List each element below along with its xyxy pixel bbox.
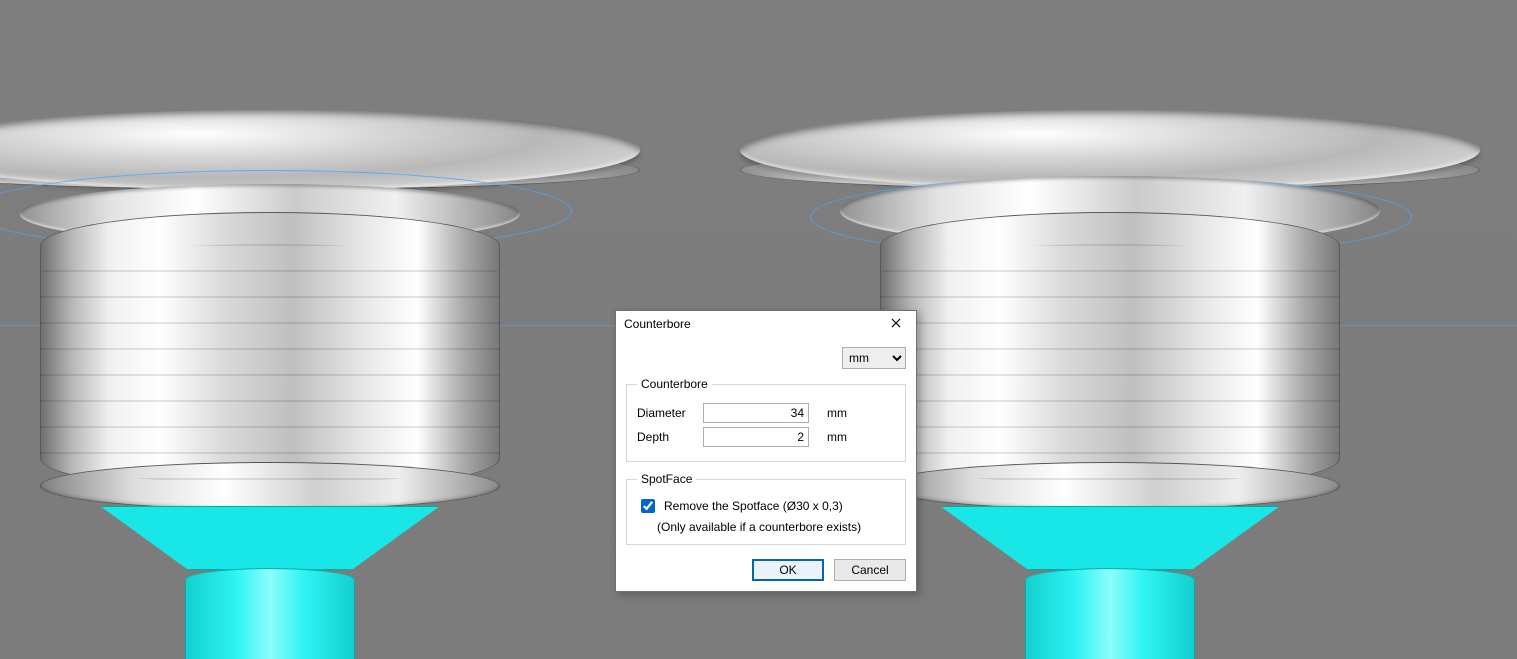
depth-input[interactable]	[703, 427, 809, 447]
spotface-legend: SpotFace	[637, 472, 696, 486]
spotface-hint: (Only available if a counterbore exists)	[657, 520, 895, 534]
cad-viewport[interactable]: Counterbore mm Counterbore Diameter mm	[0, 0, 1517, 659]
cancel-button[interactable]: Cancel	[834, 559, 906, 581]
close-icon	[891, 317, 901, 331]
drill-shaft	[185, 568, 355, 659]
dialog-body: mm Counterbore Diameter mm Depth mm Spot…	[616, 337, 916, 591]
remove-spotface-checkbox[interactable]	[641, 499, 655, 513]
drill-shaft	[1025, 568, 1195, 659]
diameter-unit: mm	[827, 406, 847, 420]
diameter-label: Diameter	[637, 406, 703, 420]
diameter-input[interactable]	[703, 403, 809, 423]
remove-spotface-label: Remove the Spotface (Ø30 x 0,3)	[664, 499, 843, 513]
bore-cylinder	[880, 212, 1340, 492]
counterbore-group: Counterbore Diameter mm Depth mm	[626, 377, 906, 462]
drill-cone	[100, 506, 440, 570]
close-button[interactable]	[880, 313, 912, 335]
dialog-titlebar[interactable]: Counterbore	[616, 311, 916, 337]
unit-select[interactable]: mm	[842, 347, 906, 369]
counterbore-dialog: Counterbore mm Counterbore Diameter mm	[615, 310, 917, 592]
bore-cylinder	[40, 212, 500, 492]
depth-unit: mm	[827, 430, 847, 444]
drill-cone	[940, 506, 1280, 570]
dialog-title: Counterbore	[624, 317, 691, 331]
counterbore-legend: Counterbore	[637, 377, 712, 391]
depth-label: Depth	[637, 430, 703, 444]
ok-button[interactable]: OK	[752, 559, 824, 581]
spotface-group: SpotFace Remove the Spotface (Ø30 x 0,3)…	[626, 472, 906, 545]
